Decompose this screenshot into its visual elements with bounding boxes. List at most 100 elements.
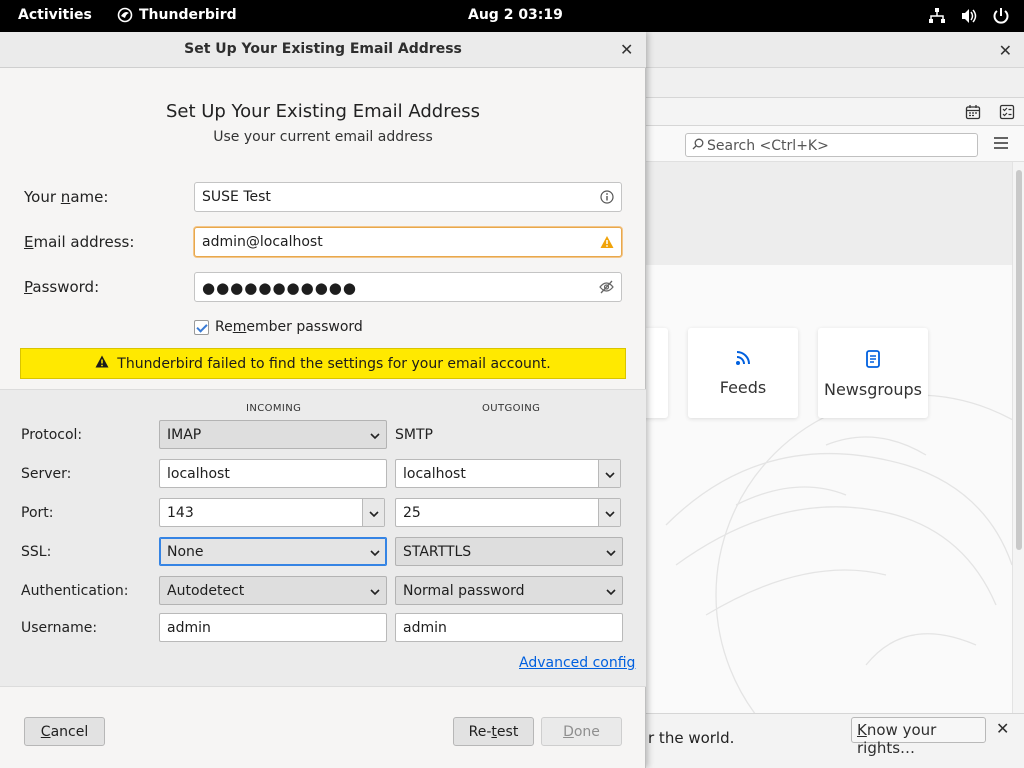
newsgroups-card[interactable]: Newsgroups [818,328,928,418]
scrollbar-thumb[interactable] [1016,170,1022,550]
incoming-port-dropdown-button[interactable] [362,499,384,526]
dialog-close-icon[interactable]: ✕ [620,40,633,59]
content-scrollbar[interactable] [1012,162,1024,713]
ssl-label: SSL: [21,544,52,560]
outgoing-ssl-value: STARTTLS [403,544,472,560]
config-warning-bar: Thunderbird failed to find the settings … [20,348,626,379]
password-value: ●●●●●●●●●●● [202,279,357,297]
cancel-button[interactable]: Cancel [24,717,105,746]
retest-button[interactable]: Re-test [453,717,534,746]
chevron-down-icon [370,429,380,445]
advanced-config-link[interactable]: Advanced config [519,655,635,671]
outgoing-auth-value: Normal password [403,583,525,599]
outgoing-port-combobox[interactable]: 25 [395,498,621,527]
clock[interactable]: Aug 2 03:19 [468,7,563,23]
outgoing-protocol-value: SMTP [395,427,433,443]
app-menu[interactable]: Thunderbird [117,7,237,23]
chevron-down-icon [606,546,616,562]
dialog-heading: Set Up Your Existing Email Address [165,101,481,122]
feeds-card-label: Feeds [719,378,767,397]
config-warning-text: Thunderbird failed to find the settings … [117,355,551,372]
manual-config-section: INCOMING OUTGOING Protocol: IMAP SMTP Se… [0,389,646,687]
password-label: Password: [24,278,100,296]
port-label: Port: [21,505,54,521]
info-icon[interactable] [600,190,614,208]
outgoing-server-combobox[interactable]: localhost [395,459,621,488]
activities-button[interactable]: Activities [18,7,92,23]
your-name-field[interactable]: SUSE Test [194,182,622,212]
chevron-down-icon [369,507,379,523]
system-tray[interactable] [928,7,1010,25]
authentication-label: Authentication: [21,583,129,599]
email-setup-dialog: Set Up Your Existing Email Address ✕ Set… [0,32,646,768]
rss-icon [688,350,798,370]
dialog-titlebar: Set Up Your Existing Email Address ✕ [0,32,646,68]
chevron-down-icon [370,546,380,562]
chevron-down-icon [605,468,615,484]
incoming-auth-select[interactable]: Autodetect [159,576,387,605]
incoming-header: INCOMING [246,403,302,414]
app-name: Thunderbird [139,7,237,23]
remember-password-label: Remember password [215,319,363,335]
outgoing-username-value: admin [403,620,447,636]
volume-icon[interactable] [960,7,978,25]
remember-password-row[interactable]: Remember password [194,319,363,335]
your-name-label: Your name: [24,188,109,206]
tasks-icon[interactable] [999,104,1015,124]
username-label: Username: [21,620,98,636]
incoming-server-value: localhost [167,466,230,482]
outgoing-auth-select[interactable]: Normal password [395,576,623,605]
password-field[interactable]: ●●●●●●●●●●● [194,272,622,302]
account-hub-header [646,162,1012,265]
thunderbird-logo-icon [117,7,133,23]
chevron-down-icon [606,585,616,601]
outgoing-username-input[interactable]: admin [395,613,623,642]
incoming-username-value: admin [167,620,211,636]
global-search-input[interactable]: Search <Ctrl+K> [685,133,978,157]
search-placeholder: Search <Ctrl+K> [707,138,829,154]
your-name-value: SUSE Test [202,189,271,205]
calendar-icon[interactable] [965,104,981,124]
outgoing-server-dropdown-button[interactable] [598,460,620,487]
search-icon [692,138,704,154]
outgoing-port-dropdown-button[interactable] [598,499,620,526]
newsgroups-card-label: Newsgroups [823,380,923,399]
power-icon[interactable] [992,7,1010,25]
warning-icon [600,235,614,253]
app-menu-hamburger-icon[interactable] [994,137,1008,153]
server-label: Server: [21,466,72,482]
system-top-bar: Activities Thunderbird Aug 2 03:19 [0,0,1024,32]
done-button[interactable]: Done [541,717,622,746]
main-window-close-icon[interactable]: ✕ [999,41,1012,60]
outgoing-port-value: 25 [403,505,421,521]
chevron-down-icon [370,585,380,601]
outgoing-server-value: localhost [403,466,466,482]
notification-close-icon[interactable]: ✕ [996,719,1009,738]
dialog-window-title: Set Up Your Existing Email Address [184,41,462,57]
warning-triangle-icon [95,355,109,372]
newsgroup-icon [818,350,928,372]
feeds-card[interactable]: Feeds [688,328,798,418]
incoming-protocol-value: IMAP [167,427,202,443]
incoming-auth-value: Autodetect [167,583,245,599]
rights-text: r the world. [648,729,735,747]
eye-slash-icon[interactable] [599,280,614,298]
incoming-username-input[interactable]: admin [159,613,387,642]
know-your-rights-button[interactable]: Know your rights… [851,717,986,757]
chevron-down-icon [605,507,615,523]
incoming-server-input[interactable]: localhost [159,459,387,488]
dialog-subheading: Use your current email address [213,129,433,145]
outgoing-header: OUTGOING [482,403,541,414]
incoming-ssl-value: None [167,544,204,560]
email-address-value: admin@localhost [202,234,323,250]
incoming-port-combobox[interactable]: 143 [159,498,385,527]
network-icon[interactable] [928,7,946,25]
incoming-ssl-select[interactable]: None [159,537,387,566]
outgoing-ssl-select[interactable]: STARTTLS [395,537,623,566]
incoming-port-value: 143 [167,505,194,521]
remember-password-checkbox[interactable] [194,319,209,335]
email-address-label: Email address: [24,233,135,251]
incoming-protocol-select[interactable]: IMAP [159,420,387,449]
protocol-label: Protocol: [21,427,83,443]
email-address-field[interactable]: admin@localhost [194,227,622,257]
